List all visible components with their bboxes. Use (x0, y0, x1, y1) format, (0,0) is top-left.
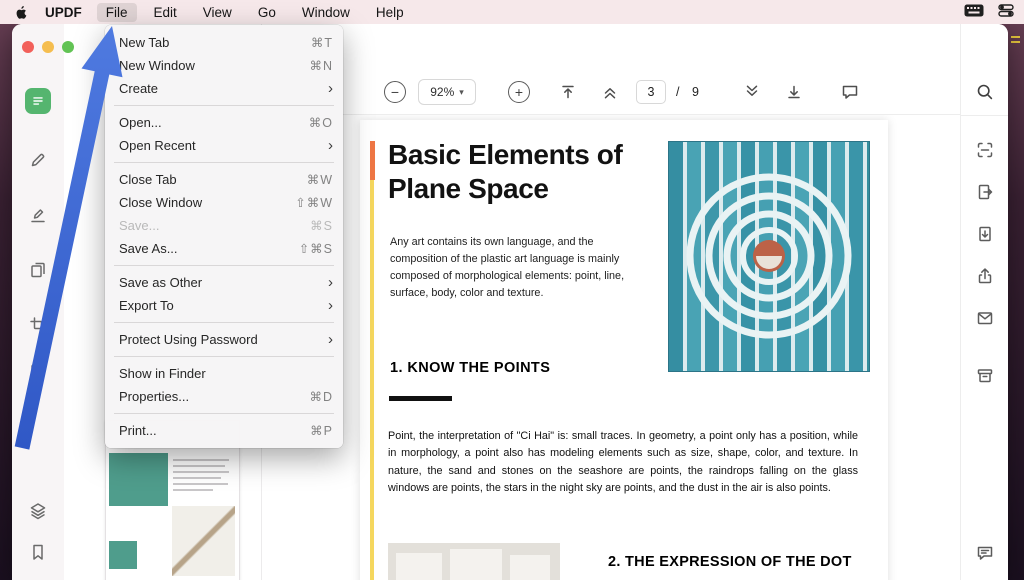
minimize-button[interactable] (42, 41, 54, 53)
menu-separator (114, 322, 334, 323)
control-center-icon[interactable] (998, 4, 1014, 20)
menu-item-close-tab[interactable]: Close Tab ⌘W (105, 168, 343, 191)
chevron-down-icon: ▾ (459, 86, 464, 97)
menu-item-create[interactable]: Create › (105, 77, 343, 100)
menu-item-save: Save... ⌘S (119, 218, 333, 233)
chat-icon[interactable] (975, 543, 995, 563)
menubar-item-go[interactable]: Go (258, 5, 276, 20)
forms-icon[interactable] (28, 361, 48, 381)
zoom-level-select[interactable]: 92% ▾ (418, 79, 476, 105)
ocr-icon[interactable] (975, 140, 995, 160)
menu-separator (114, 265, 334, 266)
edit-icon[interactable] (28, 205, 48, 225)
fullscreen-button[interactable] (62, 41, 74, 53)
page-number-input[interactable]: 3 (636, 80, 666, 104)
footer-photo (388, 543, 560, 580)
section-heading: 1. KNOW THE POINTS (390, 360, 551, 376)
document-title: Basic Elements of Plane Space (388, 139, 623, 205)
bookmark-icon[interactable] (28, 542, 48, 562)
menu-item-save-as[interactable]: Save As... ⇧⌘S (105, 237, 343, 260)
submenu-chevron-icon: › (328, 331, 333, 348)
reader-mode-icon[interactable] (25, 88, 51, 114)
document-viewport[interactable]: Basic Elements of Plane Space Any art co… (262, 115, 960, 580)
share-icon[interactable] (975, 266, 995, 286)
menu-item-close-window[interactable]: Close Window ⇧⌘W (105, 191, 343, 214)
right-sidebar (960, 24, 1008, 580)
menu-separator (114, 162, 334, 163)
comment-icon[interactable] (840, 82, 860, 107)
menu-item-open[interactable]: Open... ⌘O (105, 111, 343, 134)
submenu-chevron-icon: › (328, 137, 333, 154)
menubar-item-file[interactable]: File (96, 2, 137, 22)
file-menu: New Tab ⌘T New Window ⌘N Create › Open..… (105, 25, 343, 448)
crop-icon[interactable] (28, 315, 48, 335)
search-icon[interactable] (975, 82, 995, 102)
document-intro: Any art contains its own language, and t… (390, 236, 625, 300)
menu-item-open-recent[interactable]: Open Recent › (105, 134, 343, 157)
menu-item-show-in-finder[interactable]: Show in Finder (105, 362, 343, 385)
zoom-out-icon[interactable]: − (384, 81, 406, 103)
submenu-chevron-icon: › (328, 297, 333, 314)
submenu-chevron-icon: › (328, 274, 333, 291)
pdf-page: Basic Elements of Plane Space Any art co… (360, 120, 888, 580)
menu-item-properties[interactable]: Properties... ⌘D (105, 385, 343, 408)
page-separator: / (676, 85, 680, 99)
thumbnail-graphic (109, 541, 137, 569)
extract-page-icon[interactable] (975, 224, 995, 244)
export-page-icon[interactable] (975, 182, 995, 202)
section-heading-2: 2. THE EXPRESSION OF THE DOT (608, 554, 852, 570)
menubar-item-view[interactable]: View (203, 5, 232, 20)
document-photo (668, 141, 870, 372)
menu-item-export-to[interactable]: Export To › (105, 294, 343, 317)
page-total: 9 (692, 85, 699, 99)
section-body: Point, the interpretation of "Ci Hai" is… (388, 430, 858, 495)
submenu-chevron-icon: › (328, 80, 333, 97)
close-button[interactable] (22, 41, 34, 53)
menubar-item-edit[interactable]: Edit (154, 5, 177, 20)
page-accent-line (370, 180, 374, 580)
organize-pages-icon[interactable] (28, 260, 48, 280)
zoom-in-icon[interactable]: + (508, 81, 530, 103)
menu-item-protect-using-password[interactable]: Protect Using Password › (105, 328, 343, 351)
app-name[interactable]: UPDF (45, 5, 82, 20)
document-toolbar: − 92% ▾ + 3 / 9 (262, 24, 960, 115)
layers-icon[interactable] (28, 501, 48, 521)
heading-underline (389, 396, 452, 401)
menubar-item-window[interactable]: Window (302, 5, 350, 20)
thumbnail-graphic (109, 453, 168, 506)
title-accent-bar (370, 141, 375, 180)
archive-icon[interactable] (975, 366, 995, 386)
menu-item-save-as-other[interactable]: Save as Other › (105, 271, 343, 294)
menu-separator (114, 105, 334, 106)
scroll-to-bottom-icon[interactable] (784, 82, 804, 107)
menu-item-new-window[interactable]: New Window ⌘N (105, 54, 343, 77)
keyboard-icon[interactable] (964, 4, 984, 20)
thumbnail-image (172, 506, 235, 576)
window-controls (22, 41, 74, 53)
page-down-icon[interactable] (742, 82, 762, 107)
scroll-to-top-icon[interactable] (558, 82, 578, 107)
menu-item-print[interactable]: Print... ⌘P (105, 419, 343, 442)
menu-separator (114, 413, 334, 414)
menu-bar: UPDF File Edit View Go Window Help (0, 0, 1024, 24)
mail-icon[interactable] (975, 308, 995, 328)
menubar-item-help[interactable]: Help (376, 5, 404, 20)
zoom-value: 92% (430, 85, 455, 99)
page-up-icon[interactable] (600, 82, 620, 107)
annotate-icon[interactable] (28, 150, 48, 170)
desktop: UPDF File Edit View Go Window Help − 92%… (0, 0, 1024, 580)
apple-icon[interactable] (14, 4, 29, 20)
menu-separator (114, 356, 334, 357)
desktop-item (1011, 36, 1020, 46)
menu-item-new-tab[interactable]: New Tab ⌘T (105, 31, 343, 54)
